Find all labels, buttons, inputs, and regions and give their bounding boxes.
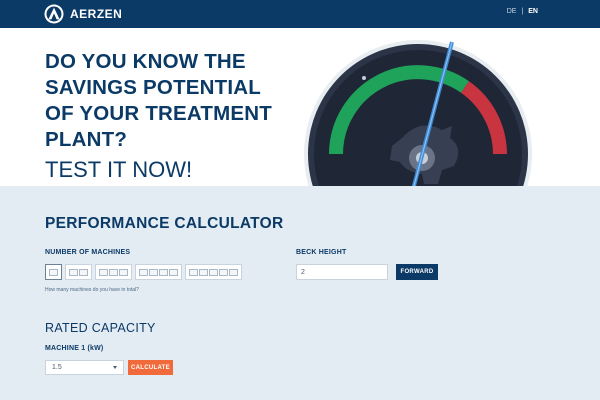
machine-cell-icon (219, 268, 228, 276)
machine-cell-icon (139, 268, 148, 276)
machine-cell-icon (149, 268, 158, 276)
machine-1-capacity-select[interactable]: 1.5 (45, 360, 124, 375)
machine-cell-icon (209, 268, 218, 276)
machines-label: NUMBER OF MACHINES (45, 249, 131, 256)
machine-cell-icon (79, 268, 88, 276)
beck-height-input[interactable]: 2 (296, 264, 388, 280)
machine-cell-icon (229, 268, 238, 276)
machine-cell-icon (169, 268, 178, 276)
top-nav-bar: AERZEN DE | EN (0, 0, 600, 28)
hero-section: DO YOU KNOW THE SAVINGS POTENTIAL OF YOU… (0, 28, 600, 186)
aerzen-logo-icon (44, 4, 64, 24)
language-switcher: DE | EN (507, 8, 538, 15)
machine-cell-icon (99, 268, 108, 276)
rated-capacity-title: RATED CAPACITY (45, 321, 156, 335)
machines-hint: How many machines do you have in total? (45, 287, 139, 293)
machine-option-2[interactable] (65, 264, 92, 280)
machine-count-selector (45, 264, 242, 280)
calculator-title: PERFORMANCE CALCULATOR (45, 215, 284, 232)
lang-de[interactable]: DE (507, 8, 517, 15)
machine-cell-icon (199, 268, 208, 276)
hero-title: DO YOU KNOW THE SAVINGS POTENTIAL OF YOU… (45, 50, 272, 151)
machine-cell-icon (49, 268, 58, 276)
machine-cell-icon (119, 268, 128, 276)
machine-cell-icon (159, 268, 168, 276)
beck-height-label: BECK HEIGHT (296, 249, 347, 256)
hero-cta-text: TEST IT NOW! (45, 157, 193, 182)
machine-cell-icon (189, 268, 198, 276)
lang-en[interactable]: EN (528, 8, 538, 15)
machine-cell-icon (69, 268, 78, 276)
forward-button[interactable]: FORWARD (396, 264, 438, 280)
machine-option-1[interactable] (45, 264, 62, 280)
savings-gauge-image (304, 40, 532, 186)
calculate-button[interactable]: CALCULATE (128, 360, 173, 375)
brand-name: AERZEN (70, 7, 123, 21)
performance-calculator-section: PERFORMANCE CALCULATOR NUMBER OF MACHINE… (0, 186, 600, 400)
brand-logo[interactable]: AERZEN (44, 4, 122, 24)
machine-option-3[interactable] (95, 264, 132, 280)
lang-separator: | (521, 8, 524, 15)
machine-1-capacity-value: 1.5 (52, 364, 62, 371)
machine-1-label: MACHINE 1 (kW) (45, 345, 104, 352)
chevron-down-icon (113, 366, 117, 369)
machine-cell-icon (109, 268, 118, 276)
machine-option-4[interactable] (135, 264, 182, 280)
machine-option-5[interactable] (185, 264, 242, 280)
